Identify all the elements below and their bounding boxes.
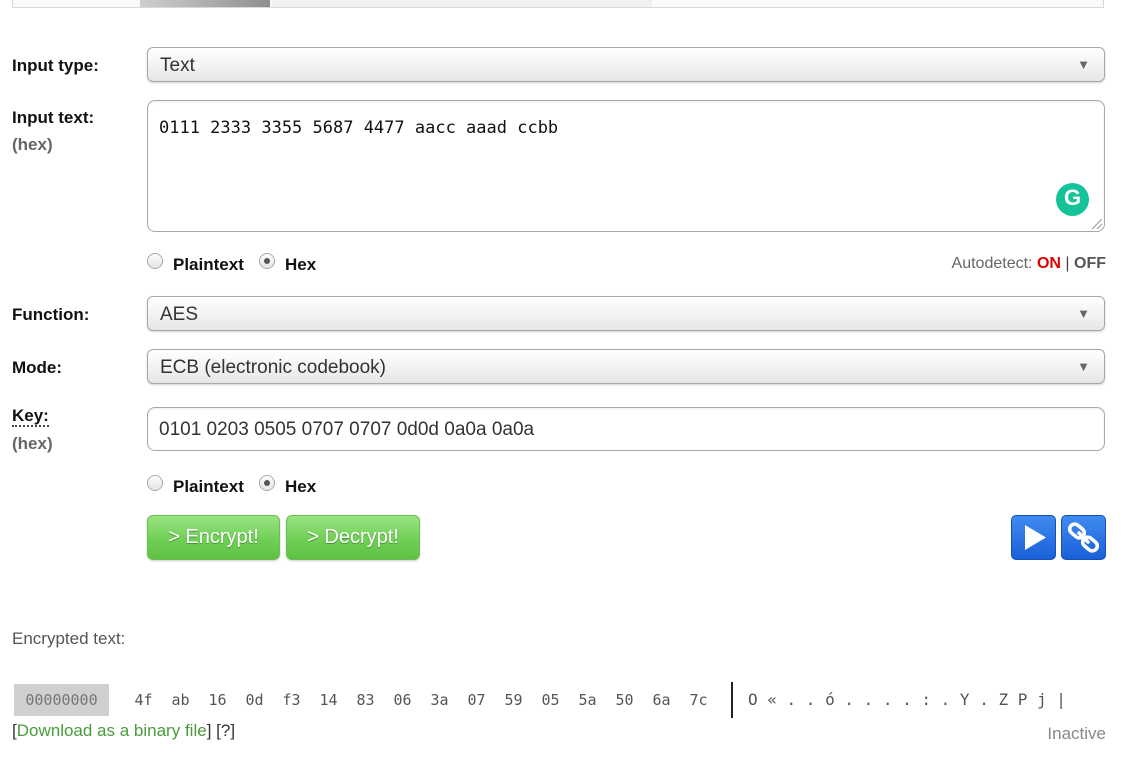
ascii-preview: O « . . ó . . . . : . Y . Z P j |	[748, 690, 1066, 709]
hex-byte: 5a	[578, 691, 597, 709]
help-bracket-close: ]	[230, 721, 236, 740]
hex-offset: 00000000	[14, 684, 109, 716]
key-input[interactable]: 0101 0203 0505 0707 0707 0d0d 0a0a 0a0a	[147, 407, 1105, 451]
help-link[interactable]: ?	[221, 721, 230, 740]
status-text: Inactive	[1047, 724, 1106, 743]
hex-byte: 0d	[245, 691, 264, 709]
hex-bytes: 4f ab 16 0d f3 14 83 06 3a 07 59 05 5a 50 6a 7c	[125, 684, 717, 716]
resize-handle[interactable]	[1092, 219, 1102, 229]
hex-byte: 6a	[652, 691, 671, 709]
link-icon	[1067, 522, 1100, 553]
key-plaintext-radio[interactable]	[147, 475, 163, 491]
key-label: Key:	[12, 406, 49, 427]
hex-byte: 07	[467, 691, 486, 709]
mode-value: ECB (electronic codebook)	[160, 357, 386, 378]
hex-byte: 05	[541, 691, 560, 709]
input-text-label: Input text:	[12, 108, 95, 127]
hex-byte: 59	[504, 691, 523, 709]
encrypted-text-title: Encrypted text:	[12, 629, 126, 648]
autodetect-label: Autodetect:	[951, 255, 1033, 272]
help-bracket-open: [	[211, 721, 221, 740]
play-icon	[1025, 525, 1046, 550]
hex-divider	[731, 682, 733, 718]
hex-byte: 83	[356, 691, 375, 709]
top-image-strip	[272, 0, 652, 7]
encrypt-button[interactable]: > Encrypt!	[147, 515, 280, 560]
input-type-label: Input type:	[12, 56, 99, 75]
chevron-down-icon: ▼	[1077, 57, 1090, 72]
hex-byte: 14	[319, 691, 338, 709]
top-image	[140, 0, 270, 7]
grammarly-icon[interactable]: G	[1056, 183, 1089, 216]
hex-byte: ab	[171, 691, 190, 709]
input-text-value: 0111 2333 3355 5687 4477 aacc aaad ccbb	[159, 118, 559, 138]
function-select[interactable]: AES ▼	[147, 296, 1105, 331]
hex-byte: 50	[615, 691, 634, 709]
autodetect-off-link[interactable]: OFF	[1074, 255, 1106, 272]
key-hex-radio-label[interactable]: Hex	[285, 477, 316, 497]
input-text-area[interactable]: 0111 2333 3355 5687 4477 aacc aaad ccbb …	[147, 100, 1105, 232]
hex-byte: 3a	[430, 691, 449, 709]
chevron-down-icon: ▼	[1077, 306, 1090, 321]
function-label: Function:	[12, 305, 90, 324]
input-type-select[interactable]: Text ▼	[147, 47, 1105, 82]
chevron-down-icon: ▼	[1077, 359, 1090, 374]
share-link-button[interactable]	[1061, 515, 1106, 560]
key-value: 0101 0203 0505 0707 0707 0d0d 0a0a 0a0a	[159, 419, 535, 440]
autodetect-separator: |	[1065, 255, 1070, 272]
function-value: AES	[160, 304, 199, 325]
input-type-value: Text	[160, 55, 195, 76]
autodetect-toggle: Autodetect: ON | OFF	[952, 255, 1106, 273]
input-hex-radio-label[interactable]: Hex	[285, 255, 316, 275]
hex-byte: 16	[208, 691, 227, 709]
play-button[interactable]	[1011, 515, 1056, 560]
hex-byte: 06	[393, 691, 412, 709]
input-hex-radio[interactable]	[259, 253, 275, 269]
input-plaintext-radio-label[interactable]: Plaintext	[173, 255, 244, 275]
input-text-format-label: (hex)	[12, 135, 53, 154]
download-binary-link[interactable]: Download as a binary file	[17, 721, 207, 740]
input-plaintext-radio[interactable]	[147, 253, 163, 269]
hex-byte: 4f	[134, 691, 153, 709]
key-plaintext-radio-label[interactable]: Plaintext	[173, 477, 244, 497]
decrypt-button[interactable]: > Decrypt!	[286, 515, 420, 560]
hex-byte: 7c	[689, 691, 708, 709]
mode-select[interactable]: ECB (electronic codebook) ▼	[147, 349, 1105, 384]
hex-byte: f3	[282, 691, 301, 709]
autodetect-on-link[interactable]: ON	[1037, 255, 1061, 272]
key-hex-radio[interactable]	[259, 475, 275, 491]
key-format-label: (hex)	[12, 434, 53, 453]
mode-label: Mode:	[12, 358, 63, 377]
download-links: [Download as a binary file] [?]	[12, 721, 235, 741]
